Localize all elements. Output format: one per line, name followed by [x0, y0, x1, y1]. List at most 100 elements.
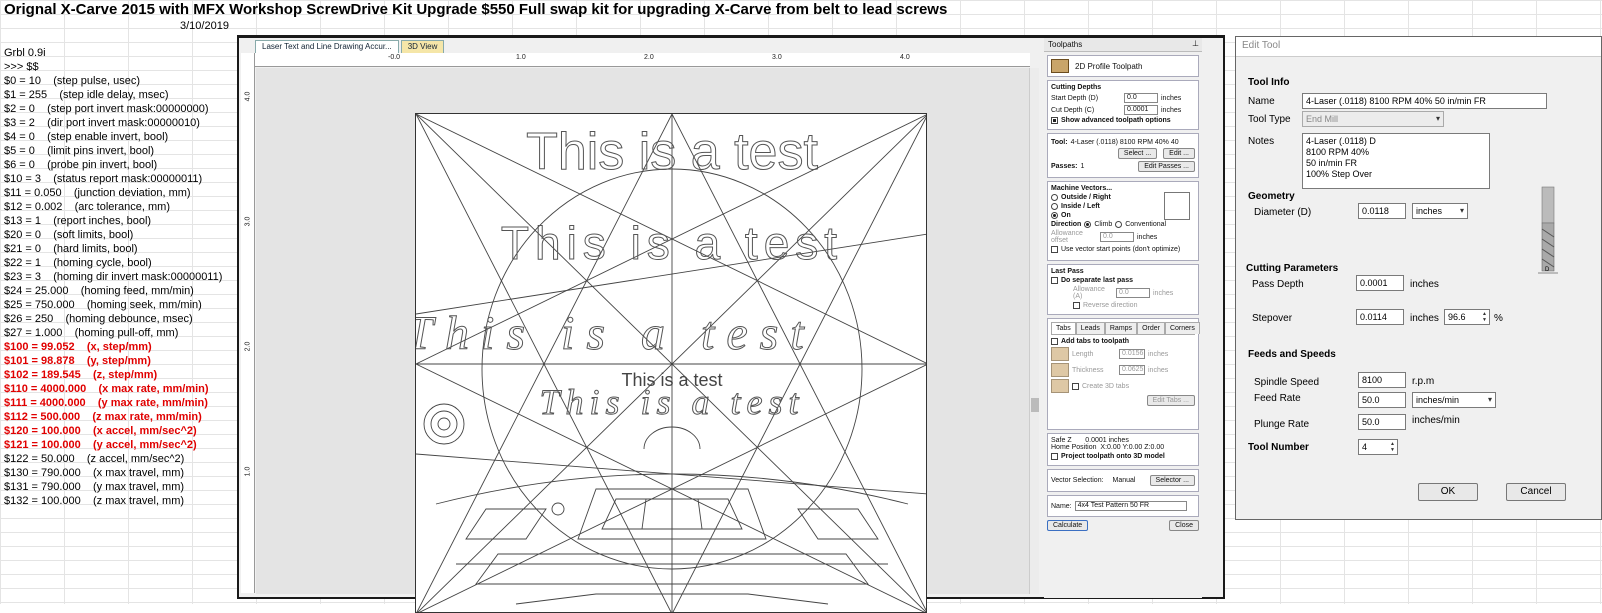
tab-3d-view[interactable]: 3D View	[400, 40, 445, 53]
grbl-setting-line: $112 = 500.000 (z max rate, mm/min)	[4, 411, 202, 423]
material-board[interactable]: This is a test This is a test This is a …	[415, 113, 927, 613]
spinner-icon[interactable]: ▲ ▼	[1481, 311, 1488, 323]
notes-textarea[interactable]: 4-Laser (.0118) D 8100 RPM 40% 50 in/min…	[1302, 133, 1490, 189]
diameter-input[interactable]: 0.0118	[1358, 203, 1406, 219]
bit-diameter-label: D	[1545, 267, 1550, 273]
toolpath-name-input[interactable]: 4x4 Test Pattern 50 FR	[1074, 501, 1187, 511]
tab-drawing[interactable]: Laser Text and Line Drawing Accur...	[255, 40, 399, 53]
reverse-direction-checkbox[interactable]	[1073, 302, 1080, 309]
feed-unit-select[interactable]: inches/min ▾	[1412, 392, 1496, 408]
cut-depth-input[interactable]: 0.0001	[1124, 105, 1158, 115]
vector-preview-icon	[1164, 192, 1190, 220]
start-depth-label: Start Depth (D)	[1051, 94, 1099, 102]
outside-right-radio[interactable]	[1051, 194, 1058, 201]
tool-name-input[interactable]: 4-Laser (.0118) 8100 RPM 40% 50 in/min F…	[1302, 93, 1547, 109]
start-depth-input[interactable]: 0.0	[1124, 93, 1158, 103]
home-position-text: Home Position X:0.00 Y:0.00 Z:0.00	[1051, 444, 1165, 451]
edit-passes-button[interactable]: Edit Passes ...	[1138, 161, 1195, 172]
drawing-canvas[interactable]: This is a test This is a test This is a …	[256, 68, 1029, 613]
close-button[interactable]: Close	[1169, 520, 1199, 531]
add-tabs-checkbox[interactable]	[1051, 338, 1058, 345]
ok-button[interactable]: OK	[1418, 483, 1478, 501]
allowance-offset-input[interactable]: 0.0	[1100, 232, 1134, 242]
stepover-percent-value: 96.6	[1448, 312, 1466, 322]
stepover-input[interactable]: 0.0114	[1356, 309, 1404, 325]
conventional-radio[interactable]	[1115, 221, 1123, 228]
project-toolpath-checkbox[interactable]	[1051, 453, 1058, 460]
reverse-direction-label: Reverse direction	[1083, 302, 1138, 309]
pin-icon[interactable]: ⊥	[1192, 39, 1199, 48]
edit-tool-dialog: Edit Tool Tool Info Name 4-Laser (.0118)…	[1235, 36, 1602, 520]
on-radio[interactable]	[1051, 212, 1058, 219]
outside-right-label: Outside / Right	[1061, 194, 1111, 201]
feed-rate-input[interactable]: 50.0	[1358, 392, 1406, 408]
tool-label: Tool:	[1051, 139, 1068, 146]
tool-number-label: Tool Number	[1248, 442, 1309, 453]
grbl-setting-line: $4 = 0 (step enable invert, bool)	[4, 131, 169, 143]
edit-tool-button[interactable]: Edit ...	[1163, 148, 1195, 159]
allowance-a-input[interactable]: 0.0	[1116, 288, 1150, 298]
grbl-setting-line: $130 = 790.000 (x max travel, mm)	[4, 467, 185, 479]
grbl-setting-line: $131 = 790.000 (y max travel, mm)	[4, 481, 185, 493]
grbl-setting-line: $23 = 3 (homing dir invert mask:00000011…	[4, 271, 223, 283]
grbl-setting-line: $26 = 250 (homing debounce, msec)	[4, 313, 193, 325]
diameter-unit-value: inches	[1416, 206, 1443, 216]
plunge-rate-label: Plunge Rate	[1254, 419, 1310, 430]
name-box: Name: 4x4 Test Pattern 50 FR	[1047, 495, 1199, 517]
plunge-rate-input[interactable]: 50.0	[1358, 414, 1406, 430]
allowance-offset-label: Allowance offset	[1051, 230, 1083, 244]
vcarve-window: Laser Text and Line Drawing Accur... 3D …	[237, 35, 1225, 613]
grbl-setting-line: Grbl 0.9i	[4, 47, 46, 59]
separate-last-pass-label: Do separate last pass	[1061, 277, 1133, 284]
ruler-label: -0.0	[388, 54, 401, 61]
machine-vectors-heading: Machine Vectors...	[1051, 185, 1113, 192]
grbl-setting-line: $24 = 25.000 (homing feed, mm/min)	[4, 285, 194, 297]
ruler-label: 1.0	[516, 54, 526, 61]
spindle-speed-input[interactable]: 8100	[1358, 372, 1406, 388]
stepover-percent-input[interactable]: 96.6 ▲ ▼	[1444, 309, 1490, 325]
pass-depth-input[interactable]: 0.0001	[1356, 275, 1404, 291]
show-advanced-label: Show advanced toolpath options	[1061, 117, 1171, 124]
grbl-setting-line: $0 = 10 (step pulse, usec)	[4, 75, 141, 87]
use-vector-start-checkbox[interactable]	[1051, 246, 1058, 253]
subtab-tabs[interactable]: Tabs	[1051, 322, 1076, 334]
create-3d-tabs-checkbox[interactable]	[1072, 382, 1079, 390]
ruler-vertical: 4.0 3.0 2.0 1.0	[241, 53, 255, 593]
tool-number-input[interactable]: 4 ▲ ▼	[1358, 439, 1398, 455]
diameter-unit-select[interactable]: inches ▾	[1412, 203, 1468, 219]
ruler-label: 3.0	[772, 54, 782, 61]
spinner-icon[interactable]: ▲ ▼	[1389, 441, 1396, 453]
subtab-corners[interactable]: Corners	[1164, 322, 1200, 334]
vertical-scrollbar[interactable]	[1029, 68, 1039, 594]
cutting-depths-heading: Cutting Depths	[1051, 84, 1102, 91]
subtab-leads[interactable]: Leads	[1075, 322, 1105, 334]
show-advanced-checkbox[interactable]	[1051, 117, 1058, 124]
subtab-ramps[interactable]: Ramps	[1104, 322, 1138, 334]
edit-tabs-button[interactable]: Edit Tabs ...	[1146, 395, 1195, 406]
grbl-setting-line: $20 = 0 (soft limits, bool)	[4, 229, 134, 241]
length-input[interactable]: 0.0156	[1119, 349, 1145, 359]
scrollbar-thumb[interactable]	[1031, 398, 1039, 412]
drawing-text-2: This is a test	[501, 217, 843, 269]
vector-selection-value: Manual	[1112, 477, 1136, 484]
cutting-parameters-heading: Cutting Parameters	[1246, 263, 1339, 274]
tool-type-select[interactable]: End Mill ▾	[1302, 111, 1444, 127]
grbl-setting-line: $11 = 0.050 (junction deviation, mm)	[4, 187, 191, 199]
cut-depth-label: Cut Depth (C)	[1051, 106, 1095, 114]
grbl-setting-line: $122 = 50.000 (z accel, mm/sec^2)	[4, 453, 185, 465]
grbl-setting-line: $27 = 1.000 (homing pull-off, mm)	[4, 327, 179, 339]
separate-last-pass-checkbox[interactable]	[1051, 277, 1058, 284]
calculate-button[interactable]: Calculate	[1047, 520, 1089, 531]
climb-radio[interactable]	[1084, 221, 1092, 228]
inside-left-radio[interactable]	[1051, 203, 1058, 210]
grbl-settings-list: Grbl 0.9i >>> $$ $0 = 10 (step pulse, usec…	[4, 46, 234, 508]
unit-label: inches	[1153, 289, 1174, 297]
safe-z-box: Safe Z 0.0001 inches Home Position X:0.0…	[1047, 433, 1199, 466]
tool-type-label: Tool Type	[1248, 114, 1291, 125]
sheet-date: 3/10/2019	[180, 20, 229, 32]
select-tool-button[interactable]: Select ...	[1117, 148, 1158, 159]
thickness-input[interactable]: 0.0625	[1119, 365, 1145, 375]
cancel-button[interactable]: Cancel	[1506, 483, 1566, 501]
selector-button[interactable]: Selector ...	[1149, 475, 1195, 486]
subtab-order[interactable]: Order	[1137, 322, 1165, 334]
